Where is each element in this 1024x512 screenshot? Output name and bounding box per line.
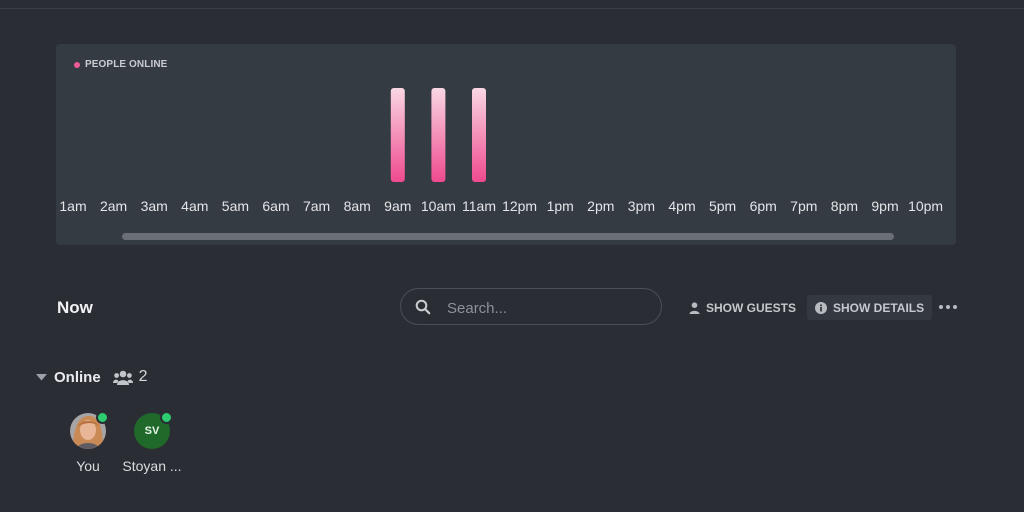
x-tick-label: 2am: [100, 198, 127, 214]
user-name: Stoyan ...: [122, 458, 182, 474]
x-tick-label: 8pm: [831, 198, 858, 214]
x-tick-label: 12pm: [502, 198, 537, 214]
x-tick-label: 10am: [421, 198, 456, 214]
users-group-icon: [112, 370, 133, 385]
people-online-chart: PEOPLE ONLINE 1am 2am 3am 4am 5am 6am 7am 8am 9a…: [56, 44, 956, 245]
x-tick-label: 6am: [262, 198, 289, 214]
user-stoyan[interactable]: SV Stoyan ...: [112, 411, 192, 474]
show-guests-button[interactable]: SHOW GUESTS: [681, 295, 804, 320]
online-group-header[interactable]: Online 2: [36, 368, 148, 386]
show-guests-label: SHOW GUESTS: [706, 300, 797, 315]
section-title: Now: [57, 298, 93, 317]
x-tick-label: 3am: [141, 198, 168, 214]
x-tick-label: 9am: [384, 198, 411, 214]
x-tick-label: 5am: [222, 198, 249, 214]
chart-scrollbar[interactable]: [122, 233, 894, 240]
x-tick-label: 9pm: [871, 198, 898, 214]
x-tick-label: 6pm: [750, 198, 777, 214]
search-box[interactable]: [400, 288, 662, 325]
x-tick-label: 10pm: [908, 198, 943, 214]
x-tick-label: 4am: [181, 198, 208, 214]
x-tick-label: 7pm: [790, 198, 817, 214]
x-tick-label: 1am: [59, 198, 86, 214]
bar-9am[interactable]: [390, 88, 405, 182]
x-tick-label: 8am: [344, 198, 371, 214]
person-icon: [689, 301, 700, 314]
x-tick-label: 11am: [462, 198, 496, 214]
x-tick-label: 5pm: [709, 198, 736, 214]
online-label: Online: [54, 368, 101, 386]
search-icon: [415, 299, 431, 315]
x-tick-label: 4pm: [668, 198, 695, 214]
online-status-dot: [96, 411, 109, 424]
online-status-dot: [160, 411, 173, 424]
show-details-button[interactable]: SHOW DETAILS: [807, 295, 933, 320]
search-input[interactable]: [445, 297, 649, 319]
chart-plot: 1am 2am 3am 4am 5am 6am 7am 8am 9am 10am 11am 12pm 1…: [59, 88, 943, 214]
caret-down-icon: [36, 373, 47, 380]
online-count: 2: [138, 368, 148, 385]
more-options-icon[interactable]: [939, 305, 957, 309]
top-divider: [0, 8, 1024, 9]
x-tick-label: 7am: [303, 198, 330, 214]
info-icon: [815, 301, 827, 314]
bar-11am[interactable]: [472, 88, 486, 182]
x-tick-label: 1pm: [547, 198, 574, 214]
x-tick-label: 3pm: [628, 198, 655, 214]
show-details-label: SHOW DETAILS: [833, 300, 925, 315]
bar-10am[interactable]: [431, 88, 446, 182]
x-tick-label: 2pm: [587, 198, 614, 214]
